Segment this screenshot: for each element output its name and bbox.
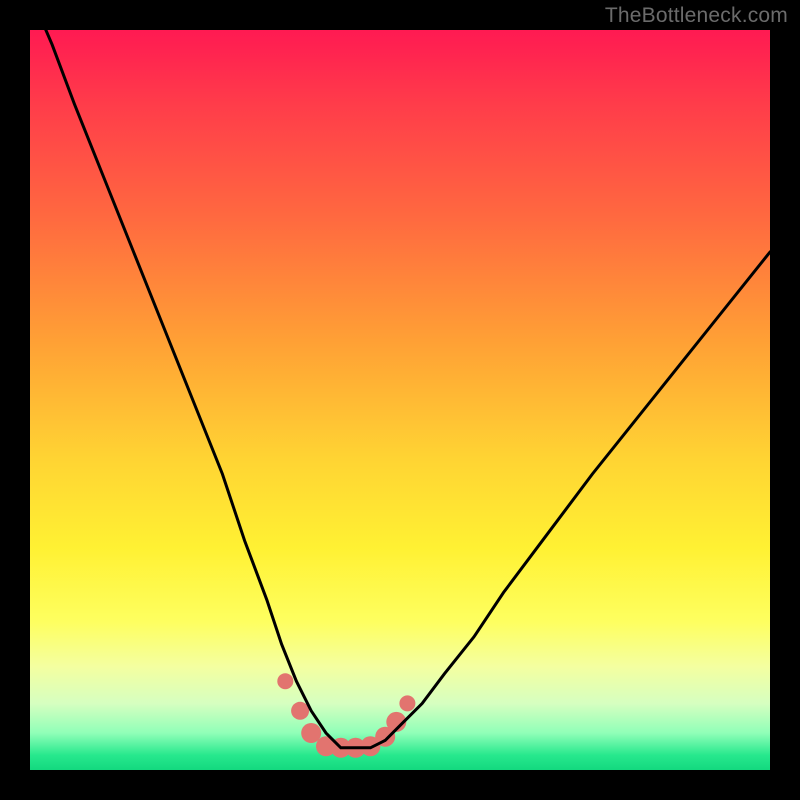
bottleneck-curve [30, 0, 770, 748]
valley-marker [277, 673, 293, 689]
plot-area [30, 30, 770, 770]
outer-frame: TheBottleneck.com [0, 0, 800, 800]
chart-svg [30, 30, 770, 770]
watermark-text: TheBottleneck.com [605, 4, 788, 28]
valley-marker [301, 723, 321, 743]
valley-marker [399, 695, 415, 711]
